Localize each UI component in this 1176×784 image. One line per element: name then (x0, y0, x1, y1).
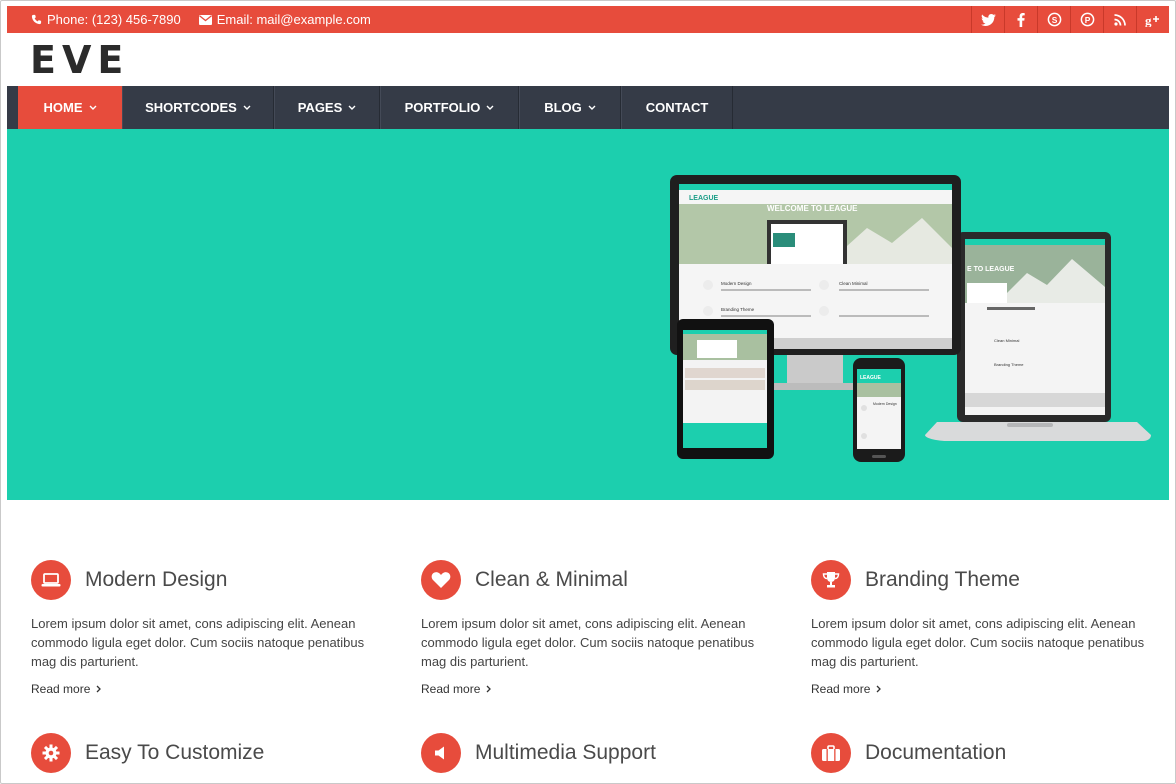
feature-description: Lorem ipsum dolor sit amet, cons adipisc… (811, 616, 1145, 669)
email-contact[interactable]: Email: mail@example.com (198, 12, 371, 27)
chevron-down-icon (486, 105, 494, 110)
chevron-down-icon (243, 105, 251, 110)
feature-modern-design: Modern Design Lorem ipsum dolor sit amet… (31, 560, 391, 696)
svg-text:Modern Design: Modern Design (721, 281, 752, 286)
svg-text:Clean Minimal: Clean Minimal (839, 281, 868, 286)
svg-text:P: P (1084, 15, 1090, 25)
pinterest-icon[interactable]: P (1070, 6, 1103, 33)
nav-home-label: HOME (43, 100, 83, 115)
read-more-link[interactable]: Read more (811, 682, 1171, 696)
trophy-icon (811, 560, 851, 600)
chevron-down-icon (588, 105, 596, 110)
nav-contact-label: CONTACT (645, 100, 709, 115)
read-more-label: Read more (811, 682, 871, 696)
hero-banner: E TO LEAGUE Clean Minimal Branding Theme… (7, 129, 1169, 500)
read-more-link[interactable]: Read more (421, 682, 781, 696)
facebook-icon[interactable] (1004, 6, 1037, 33)
nav-pages[interactable]: PAGES (274, 86, 380, 129)
email-text: Email: mail@example.com (216, 12, 371, 27)
nav-portfolio[interactable]: PORTFOLIO (380, 86, 519, 129)
svg-text:E TO LEAGUE: E TO LEAGUE (967, 266, 1015, 273)
skype-icon[interactable]: S (1037, 6, 1070, 33)
feature-branding-theme: Branding Theme Lorem ipsum dolor sit ame… (811, 560, 1171, 696)
twitter-icon[interactable] (971, 6, 1004, 33)
nav-pages-label: PAGES (297, 100, 343, 115)
main-nav: HOME SHORTCODES PAGES PORTFOLIO BLOG CON… (7, 86, 1169, 129)
feature-easy-customize: Easy To Customize (31, 733, 391, 773)
social-links: S P g (971, 6, 1169, 33)
site-logo[interactable]: EVE (30, 40, 129, 80)
read-more-label: Read more (31, 682, 91, 696)
feature-documentation: Documentation (811, 733, 1171, 773)
svg-text:Clean Minimal: Clean Minimal (994, 338, 1019, 343)
chevron-down-icon (348, 105, 356, 110)
briefcase-icon (811, 733, 851, 773)
read-more-label: Read more (421, 682, 481, 696)
nav-home[interactable]: HOME (18, 86, 122, 129)
feature-multimedia-support: Multimedia Support (421, 733, 781, 773)
top-bar: Phone: (123) 456-7890 Email: mail@exampl… (7, 6, 1169, 33)
svg-text:LEAGUE: LEAGUE (689, 195, 719, 202)
gear-icon (31, 733, 71, 773)
feature-title: Modern Design (85, 568, 228, 591)
laptop-icon (31, 560, 71, 600)
phone-mockup: LEAGUE Modern Design (853, 358, 905, 462)
nav-shortcodes-label: SHORTCODES (145, 100, 237, 115)
svg-text:WELCOME TO LEAGUE: WELCOME TO LEAGUE (767, 204, 858, 213)
nav-blog-label: BLOG (544, 100, 582, 115)
chevron-right-icon (96, 685, 102, 693)
svg-text:LEAGUE: LEAGUE (860, 375, 882, 381)
chevron-down-icon (89, 105, 96, 110)
feature-title: Branding Theme (865, 568, 1020, 591)
tablet-mockup (677, 319, 774, 459)
feature-title: Documentation (865, 741, 1007, 764)
svg-text:Modern Design: Modern Design (873, 402, 897, 406)
nav-blog[interactable]: BLOG (519, 86, 621, 129)
nav-contact[interactable]: CONTACT (621, 86, 733, 129)
svg-text:g: g (1145, 13, 1152, 27)
phone-contact[interactable]: Phone: (123) 456-7890 (31, 12, 181, 27)
rss-icon[interactable] (1103, 6, 1136, 33)
feature-clean-minimal: Clean & Minimal Lorem ipsum dolor sit am… (421, 560, 781, 696)
phone-text: Phone: (123) 456-7890 (47, 12, 181, 27)
svg-text:Branding Theme: Branding Theme (721, 307, 755, 312)
google-plus-icon[interactable]: g (1136, 6, 1169, 33)
responsive-devices-illustration: E TO LEAGUE Clean Minimal Branding Theme… (670, 175, 1151, 462)
svg-text:Branding Theme: Branding Theme (994, 362, 1024, 367)
nav-shortcodes[interactable]: SHORTCODES (122, 86, 274, 129)
nav-portfolio-label: PORTFOLIO (404, 100, 481, 115)
envelope-icon (198, 14, 212, 25)
speaker-icon (421, 733, 461, 773)
heart-icon (421, 560, 461, 600)
chevron-right-icon (486, 685, 492, 693)
feature-title: Multimedia Support (475, 741, 656, 764)
phone-icon (31, 14, 42, 25)
svg-text:S: S (1051, 15, 1057, 25)
feature-description: Lorem ipsum dolor sit amet, cons adipisc… (421, 616, 755, 669)
read-more-link[interactable]: Read more (31, 682, 391, 696)
feature-description: Lorem ipsum dolor sit amet, cons adipisc… (31, 616, 365, 669)
feature-title: Clean & Minimal (475, 568, 628, 591)
feature-title: Easy To Customize (85, 741, 265, 764)
chevron-right-icon (876, 685, 882, 693)
